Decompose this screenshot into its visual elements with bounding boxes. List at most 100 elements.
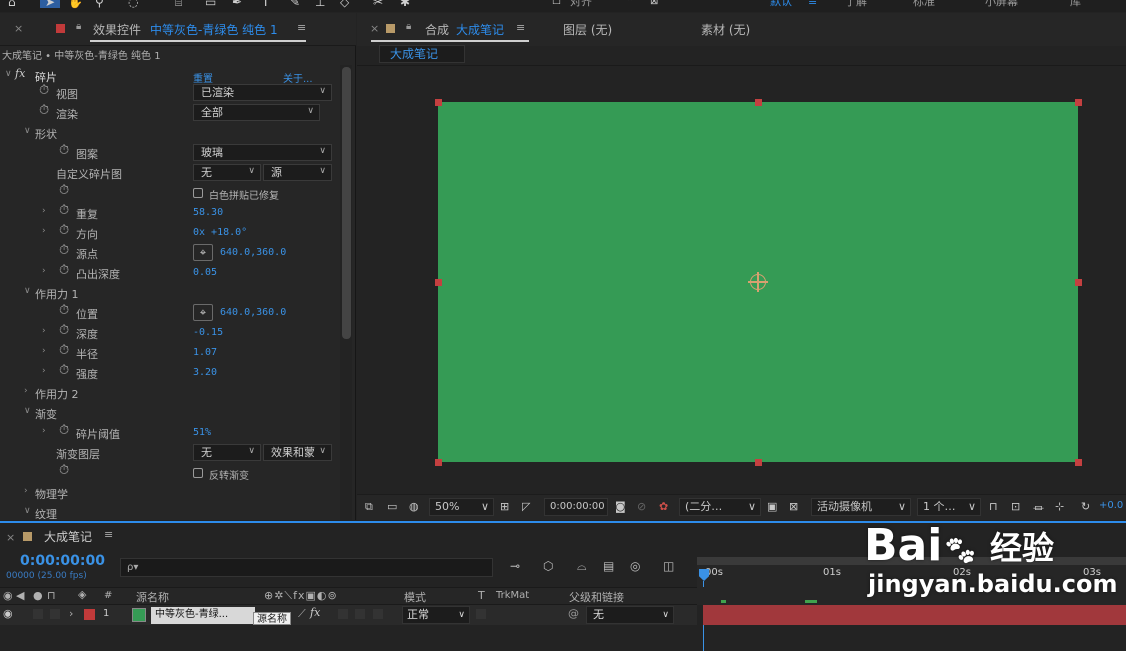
camera-dropdown[interactable]: 活动摄像机 ∨ bbox=[811, 498, 911, 516]
panel-menu-icon[interactable]: ≡ bbox=[297, 21, 306, 34]
workspace-learn[interactable]: 了解 bbox=[845, 0, 867, 8]
gradient-layer-dropdown[interactable]: 无 ∨ bbox=[193, 444, 261, 461]
stopwatch-icon[interactable]: ⏱︎ bbox=[59, 143, 69, 158]
solo-toggle[interactable] bbox=[33, 609, 43, 619]
chevron-down-icon[interactable]: ∨ bbox=[24, 506, 31, 516]
view-dropdown[interactable]: 已渲染 ∨ bbox=[193, 84, 332, 101]
layer-duration-bar[interactable] bbox=[703, 605, 1126, 625]
snap-checkbox[interactable]: ☐ bbox=[552, 0, 561, 8]
stopwatch-icon[interactable]: ⏱︎ bbox=[59, 363, 69, 378]
chevron-right-icon[interactable]: › bbox=[42, 366, 46, 376]
composition-tab-name[interactable]: 大成笔记 bbox=[456, 21, 504, 38]
switch-toggle[interactable] bbox=[338, 609, 348, 619]
strength-value[interactable]: 3.20 bbox=[193, 367, 217, 378]
switch-toggle[interactable] bbox=[355, 609, 365, 619]
region-of-interest-icon[interactable]: ⊞ bbox=[500, 500, 509, 513]
snap-box-icon[interactable]: ⊠ bbox=[650, 0, 658, 8]
transform-handle-ml[interactable] bbox=[435, 279, 442, 286]
transform-handle-br[interactable] bbox=[1075, 459, 1082, 466]
chevron-down-icon[interactable]: ∨ bbox=[24, 406, 31, 416]
composition-canvas-solid[interactable] bbox=[438, 102, 1078, 462]
scrollbar-thumb[interactable] bbox=[342, 67, 351, 339]
pen-icon[interactable]: ✒ bbox=[232, 0, 242, 8]
composition-flowchart-icon[interactable]: ⊹ bbox=[1055, 500, 1064, 513]
mask-visibility-icon[interactable]: ◍ bbox=[409, 500, 419, 513]
text-icon[interactable]: T bbox=[262, 0, 269, 8]
shy-layers-icon[interactable]: ⌓ bbox=[577, 559, 587, 574]
stopwatch-icon[interactable]: ⏱︎ bbox=[59, 343, 69, 358]
close-icon[interactable]: × bbox=[6, 531, 15, 544]
close-icon[interactable]: × bbox=[370, 22, 379, 35]
transform-handle-bl[interactable] bbox=[435, 459, 442, 466]
effect-controls-tab-label[interactable]: 效果控件 bbox=[93, 21, 141, 38]
pattern-dropdown[interactable]: 玻璃 ∨ bbox=[193, 144, 332, 161]
graph-editor-icon[interactable]: ◫ bbox=[663, 559, 674, 573]
stopwatch-icon[interactable]: ⏱︎ bbox=[59, 243, 69, 258]
chevron-right-icon[interactable]: › bbox=[24, 386, 28, 396]
always-preview-icon[interactable]: ⧉ bbox=[365, 500, 373, 514]
crosshair-picker-icon[interactable]: ⌖ bbox=[193, 304, 213, 321]
timeline-tab-label[interactable]: 大成笔记 bbox=[44, 528, 92, 545]
snapshot-camera-icon[interactable]: ◙ bbox=[615, 500, 626, 513]
zoom-icon[interactable]: ⚲ bbox=[95, 0, 104, 8]
brush-icon[interactable]: ✎ bbox=[290, 0, 300, 8]
switch-toggle[interactable] bbox=[373, 609, 383, 619]
stopwatch-icon[interactable]: ⏱︎ bbox=[59, 183, 69, 198]
chevron-right-icon[interactable]: › bbox=[42, 206, 46, 216]
selection-arrow-icon[interactable]: ➤ bbox=[40, 0, 60, 8]
group-row-force2[interactable]: › 作用力 2 bbox=[0, 383, 340, 403]
group-row-gradient[interactable]: ∨ 渐变 bbox=[0, 403, 340, 423]
chevron-right-icon[interactable]: › bbox=[42, 346, 46, 356]
hand-icon[interactable]: ✋ bbox=[68, 0, 83, 8]
draft-3d-icon[interactable]: ⬡ bbox=[543, 559, 553, 573]
label-tag-icon[interactable]: ◈ bbox=[78, 588, 86, 601]
chevron-right-icon[interactable]: › bbox=[24, 486, 28, 496]
chevron-right-icon[interactable]: › bbox=[42, 426, 46, 436]
solo-icon[interactable]: ● bbox=[33, 589, 43, 602]
layer-row[interactable]: ◉ › 1 中等灰色-青绿... 源名称 ⟋ fx 正常 ∨ @ 无 ∨ bbox=[0, 605, 697, 625]
puppet-icon[interactable]: ✱ bbox=[400, 0, 410, 8]
lock-icon[interactable]: 🔒︎ bbox=[76, 21, 81, 32]
depth-value[interactable]: -0.15 bbox=[193, 327, 223, 338]
motion-blur-icon[interactable]: ◎ bbox=[630, 559, 640, 573]
radius-value[interactable]: 1.07 bbox=[193, 347, 217, 358]
view-options-icon[interactable]: ⊓ bbox=[989, 500, 998, 513]
stopwatch-icon[interactable]: ⏱︎ bbox=[39, 83, 49, 98]
camera-icon[interactable]: ⌸ bbox=[175, 0, 182, 8]
extrusion-value[interactable]: 0.05 bbox=[193, 267, 217, 278]
zoom-dropdown[interactable]: 50% ∨ bbox=[429, 498, 494, 516]
position-value[interactable]: 640.0,360.0 bbox=[220, 307, 286, 318]
stamp-icon[interactable]: ⊥ bbox=[315, 0, 325, 8]
show-snapshot-icon[interactable]: ⊘ bbox=[637, 500, 646, 513]
timeline-icon[interactable]: ⏛ bbox=[1033, 500, 1044, 516]
transform-handle-mr[interactable] bbox=[1075, 279, 1082, 286]
close-icon[interactable]: × bbox=[14, 22, 23, 35]
trkmat-header[interactable]: TrkMat bbox=[496, 590, 529, 601]
transparency-grid-icon[interactable]: ◸ bbox=[522, 500, 530, 513]
monitor-icon[interactable]: ▭ bbox=[387, 500, 397, 513]
eye-icon[interactable]: ◉ bbox=[3, 607, 13, 620]
quality-icon[interactable]: ⟋ bbox=[298, 607, 306, 621]
color-channels-icon[interactable]: ✿ bbox=[659, 500, 668, 513]
render-dropdown[interactable]: 全部 ∨ bbox=[193, 104, 320, 121]
views-dropdown[interactable]: 1 个… ∨ bbox=[917, 498, 981, 516]
layer-viewer-tab[interactable]: 图层 (无) bbox=[563, 21, 612, 38]
stopwatch-icon[interactable]: ⏱︎ bbox=[59, 223, 69, 238]
invert-gradient-checkbox[interactable] bbox=[193, 468, 203, 478]
stopwatch-icon[interactable]: ⏱︎ bbox=[59, 423, 69, 438]
chevron-down-icon[interactable]: ∨ bbox=[24, 286, 31, 296]
effect-controls-layer-name[interactable]: 中等灰色-青绿色 纯色 1 bbox=[150, 21, 278, 38]
pick-whip-icon[interactable]: @ bbox=[568, 607, 579, 620]
home-icon[interactable]: ⌂ bbox=[8, 0, 16, 8]
repetitions-value[interactable]: 58.30 bbox=[193, 207, 223, 218]
white-tiles-checkbox[interactable] bbox=[193, 188, 203, 198]
snap-options-icon[interactable]: ⌃ bbox=[625, 0, 635, 8]
chevron-down-icon[interactable]: ∨ bbox=[5, 69, 12, 79]
transform-handle-bc[interactable] bbox=[755, 459, 762, 466]
chevron-right-icon[interactable]: › bbox=[69, 607, 73, 620]
reset-exposure-icon[interactable]: ↻ bbox=[1081, 500, 1090, 513]
playhead-icon[interactable] bbox=[699, 569, 709, 581]
rectangle-icon[interactable]: ▭ bbox=[205, 0, 216, 8]
fx-icon[interactable]: fx bbox=[15, 67, 25, 80]
threshold-value[interactable]: 51% bbox=[193, 427, 211, 438]
